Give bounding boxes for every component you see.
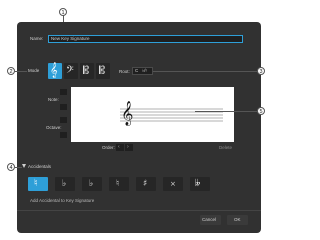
callout-4: 4 (7, 163, 15, 171)
name-field[interactable]: New Key Signature (48, 35, 243, 43)
callout-2: 2 (7, 67, 15, 75)
cancel-button-label: Cancel (202, 217, 217, 222)
note-down-button[interactable] (60, 104, 67, 110)
octave-up-button[interactable] (60, 117, 67, 123)
natural-icon: ♮ (34, 178, 38, 189)
flat-icon: ♭ (62, 179, 67, 189)
callout-3: 3 (257, 67, 265, 75)
note-label: Note: (48, 97, 59, 102)
chevron-right-icon: › (127, 144, 129, 150)
accidental-button-double-sharp[interactable]: × (163, 177, 183, 191)
name-label: Name: (30, 36, 44, 41)
double-sharp-icon: × (170, 180, 176, 188)
accidentals-collapse-icon[interactable] (22, 164, 26, 168)
bass-clef-icon: 𝄢 (66, 64, 74, 78)
delete-button[interactable]: Delete (219, 145, 232, 151)
treble-clef-icon: 𝄞 (50, 63, 58, 78)
accidental-button-more[interactable]: 𝄫 (190, 177, 210, 191)
order-right-button[interactable]: › (125, 144, 133, 151)
accidentals-hint: Add Accidental to Key Signature (30, 198, 95, 203)
accidental-button-natural[interactable]: ♮ (28, 177, 48, 191)
alto-clef-button[interactable]: 𝄡 (80, 63, 94, 79)
tenor-clef-icon: 𝄡 (99, 64, 106, 77)
accidental-button-double-flat[interactable]: ♭ (55, 177, 75, 191)
ok-button[interactable]: OK (227, 215, 248, 225)
order-left-button[interactable]: ‹ (116, 144, 124, 151)
order-label: Order: (102, 145, 115, 150)
accidental-button-sharp[interactable]: ♯ (136, 177, 156, 191)
double-flat-icon: 𝄫 (195, 179, 201, 189)
chevron-left-icon: ‹ (118, 144, 120, 150)
staff (120, 108, 223, 122)
root-mode: ♭/♮ (142, 68, 147, 73)
alto-clef-icon: 𝄡 (83, 64, 90, 77)
treble-clef-symbol: 𝄞 (121, 101, 134, 125)
key-signature-preview[interactable]: 𝄞 (71, 87, 234, 142)
root-label: Root: (119, 69, 130, 74)
cancel-button[interactable]: Cancel (200, 215, 221, 225)
root-value: C (135, 68, 139, 73)
bass-clef-button[interactable]: 𝄢 (64, 63, 78, 79)
octave-label: Octave: (46, 125, 62, 130)
name-field-value: New Key Signature (51, 36, 90, 41)
treble-clef-button[interactable]: 𝄞 (48, 63, 62, 79)
natural-icon: ♮ (116, 179, 120, 189)
octave-down-button[interactable] (60, 132, 67, 138)
mode-label: Mode (28, 68, 40, 73)
flat-icon: ♭ (89, 179, 94, 189)
accidental-button-natural-2[interactable]: ♮ (109, 177, 129, 191)
root-select[interactable]: C ♭/♮ (132, 67, 153, 75)
callout-5: 5 (257, 107, 265, 115)
callout-1: 1 (59, 8, 67, 16)
accidentals-label: Accidentals (28, 164, 52, 169)
sharp-icon: ♯ (143, 179, 148, 189)
note-up-button[interactable] (60, 89, 67, 95)
tenor-clef-button[interactable]: 𝄡 (96, 63, 110, 79)
ok-button-label: OK (234, 217, 241, 222)
accidental-button-flat[interactable]: ♭ (82, 177, 102, 191)
footer-divider (17, 210, 261, 211)
